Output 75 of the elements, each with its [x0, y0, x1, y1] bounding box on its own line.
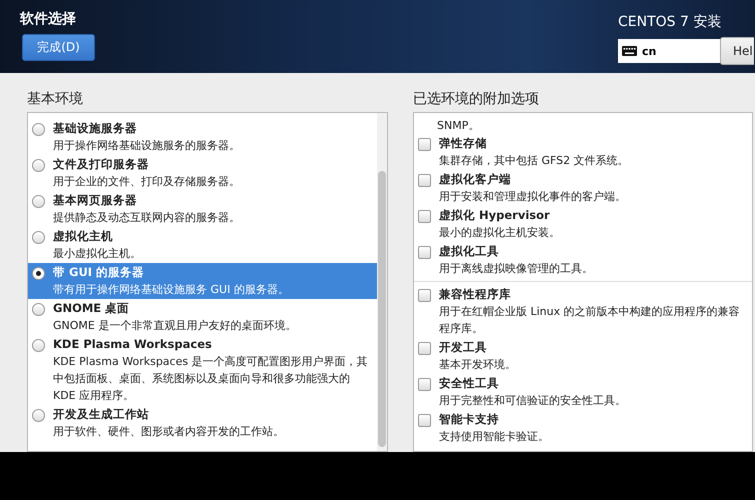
- checkbox[interactable]: [418, 138, 431, 151]
- item-title: 基础设施服务器: [53, 120, 138, 137]
- radio-button[interactable]: [32, 159, 45, 172]
- item-description: 基本开发环境。: [439, 357, 516, 373]
- environment-item[interactable]: KDE Plasma Workspaces KDE Plasma Workspaces 是一个高度可配置图形用户界面，其中包括面板、桌面、系统图标以及桌面向导和很多功能强大的 KDE 应用程序。: [28, 335, 377, 405]
- item-description: 用于在红帽企业版 Linux 的之前版本中构建的应用程序的兼容程序库。: [439, 304, 741, 337]
- addon-item[interactable]: 开发工具 基本开发环境。: [414, 338, 752, 374]
- item-description: 带有用于操作网络基础设施服务 GUI 的服务器。: [53, 282, 289, 298]
- page-title: 软件选择: [20, 10, 77, 28]
- environment-item[interactable]: 开发及生成工作站 用于软件、硬件、图形或者内容开发的工作站。: [28, 405, 377, 441]
- item-description: 提供静态及动态互联网内容的服务器。: [53, 210, 240, 226]
- checkbox[interactable]: [418, 414, 431, 427]
- keyboard-layout-field[interactable]: cn: [618, 39, 720, 63]
- checkbox[interactable]: [418, 246, 431, 259]
- scrollbar[interactable]: [377, 113, 387, 451]
- item-description: 用于安装和管理虚拟化事件的客户端。: [439, 189, 626, 205]
- environment-item[interactable]: 带 GUI 的服务器 带有用于操作网络基础设施服务 GUI 的服务器。: [28, 263, 377, 299]
- addon-item[interactable]: 弹性存储 集群存储，其中包括 GFS2 文件系统。: [414, 134, 752, 170]
- item-title: 基本网页服务器: [53, 192, 138, 209]
- item-title: 智能卡支持: [439, 411, 500, 428]
- section-heading: 基本环境: [27, 90, 84, 108]
- item-title: 开发工具: [439, 339, 488, 356]
- environment-item[interactable]: 文件及打印服务器 用于企业的文件、打印及存储服务器。: [28, 155, 377, 191]
- item-description: 集群存储，其中包括 GFS2 文件系统。: [439, 153, 629, 169]
- item-title: 弹性存储: [439, 135, 488, 152]
- help-button[interactable]: Hel: [720, 37, 754, 65]
- item-description: SNMP。: [436, 118, 480, 134]
- addon-item[interactable]: 安全性工具 用于完整性和可信验证的安全性工具。: [414, 374, 752, 410]
- item-description: 用于软件、硬件、图形或者内容开发的工作站。: [53, 424, 284, 440]
- radio-button[interactable]: [32, 231, 45, 244]
- item-description: 用于操作网络基础设施服务的服务器。: [53, 138, 240, 154]
- checkbox[interactable]: [418, 210, 431, 223]
- addon-item[interactable]: 兼容性程序库 用于在红帽企业版 Linux 的之前版本中构建的应用程序的兼容程序库。: [414, 285, 752, 338]
- radio-button[interactable]: [32, 339, 45, 352]
- radio-button[interactable]: [32, 123, 45, 136]
- item-title: GNOME 桌面: [53, 300, 130, 317]
- environment-item[interactable]: 基础设施服务器 用于操作网络基础设施服务的服务器。: [28, 119, 377, 155]
- item-title: 兼容性程序库: [439, 286, 512, 303]
- radio-button[interactable]: [32, 409, 45, 422]
- checkbox[interactable]: [418, 289, 431, 302]
- checkbox[interactable]: [418, 378, 431, 391]
- item-title: 虚拟化主机: [53, 228, 114, 245]
- item-description: 最小虚拟化主机。: [53, 246, 141, 262]
- section-heading: 已选环境的附加选项: [413, 90, 540, 108]
- item-description: 用于离线虚拟映像管理的工具。: [439, 261, 593, 277]
- environment-item[interactable]: GNOME 桌面 GNOME 是一个非常直观且用户友好的桌面环境。: [28, 299, 377, 335]
- radio-button[interactable]: [32, 267, 45, 280]
- item-title: 安全性工具: [439, 375, 500, 392]
- radio-button[interactable]: [32, 303, 45, 316]
- checkbox[interactable]: [418, 342, 431, 355]
- item-description: 最小的虚拟化主机安装。: [439, 225, 560, 241]
- item-title: 虚拟化客户端: [439, 171, 512, 188]
- item-description: 支持使用智能卡验证。: [439, 429, 549, 445]
- item-title: KDE Plasma Workspaces: [53, 336, 213, 353]
- addon-item[interactable]: 虚拟化工具 用于离线虚拟映像管理的工具。: [414, 242, 752, 278]
- item-title: 开发及生成工作站: [53, 406, 150, 423]
- product-title: CENTOS 7 安装: [618, 13, 722, 31]
- item-description: GNOME 是一个非常直观且用户友好的桌面环境。: [53, 318, 296, 334]
- addon-item[interactable]: 虚拟化客户端 用于安装和管理虚拟化事件的客户端。: [414, 170, 752, 206]
- item-title: 带 GUI 的服务器: [53, 264, 146, 281]
- environment-item[interactable]: 虚拟化主机 最小虚拟化主机。: [28, 227, 377, 263]
- addon-item[interactable]: 虚拟化 Hypervisor 最小的虚拟化主机安装。: [414, 206, 752, 242]
- item-title: 文件及打印服务器: [53, 156, 150, 173]
- item-title: 虚拟化 Hypervisor: [439, 207, 551, 224]
- item-description: 用于完整性和可信验证的安全性工具。: [439, 393, 626, 409]
- keyboard-icon: [622, 46, 637, 56]
- done-button[interactable]: 完成(D): [22, 34, 95, 61]
- checkbox[interactable]: [418, 174, 431, 187]
- radio-button[interactable]: [32, 195, 45, 208]
- item-description: KDE Plasma Workspaces 是一个高度可配置图形用户界面，其中包括面板、桌面、系统图标以及桌面向导和很多功能强大的 KDE 应用程序。: [53, 354, 369, 404]
- item-title: 虚拟化工具: [439, 243, 500, 260]
- addon-item[interactable]: 智能卡支持 支持使用智能卡验证。: [414, 410, 752, 446]
- item-description: 用于企业的文件、打印及存储服务器。: [53, 174, 240, 190]
- keyboard-layout-text: cn: [642, 44, 656, 58]
- environment-item[interactable]: 基本网页服务器 提供静态及动态互联网内容的服务器。: [28, 191, 377, 227]
